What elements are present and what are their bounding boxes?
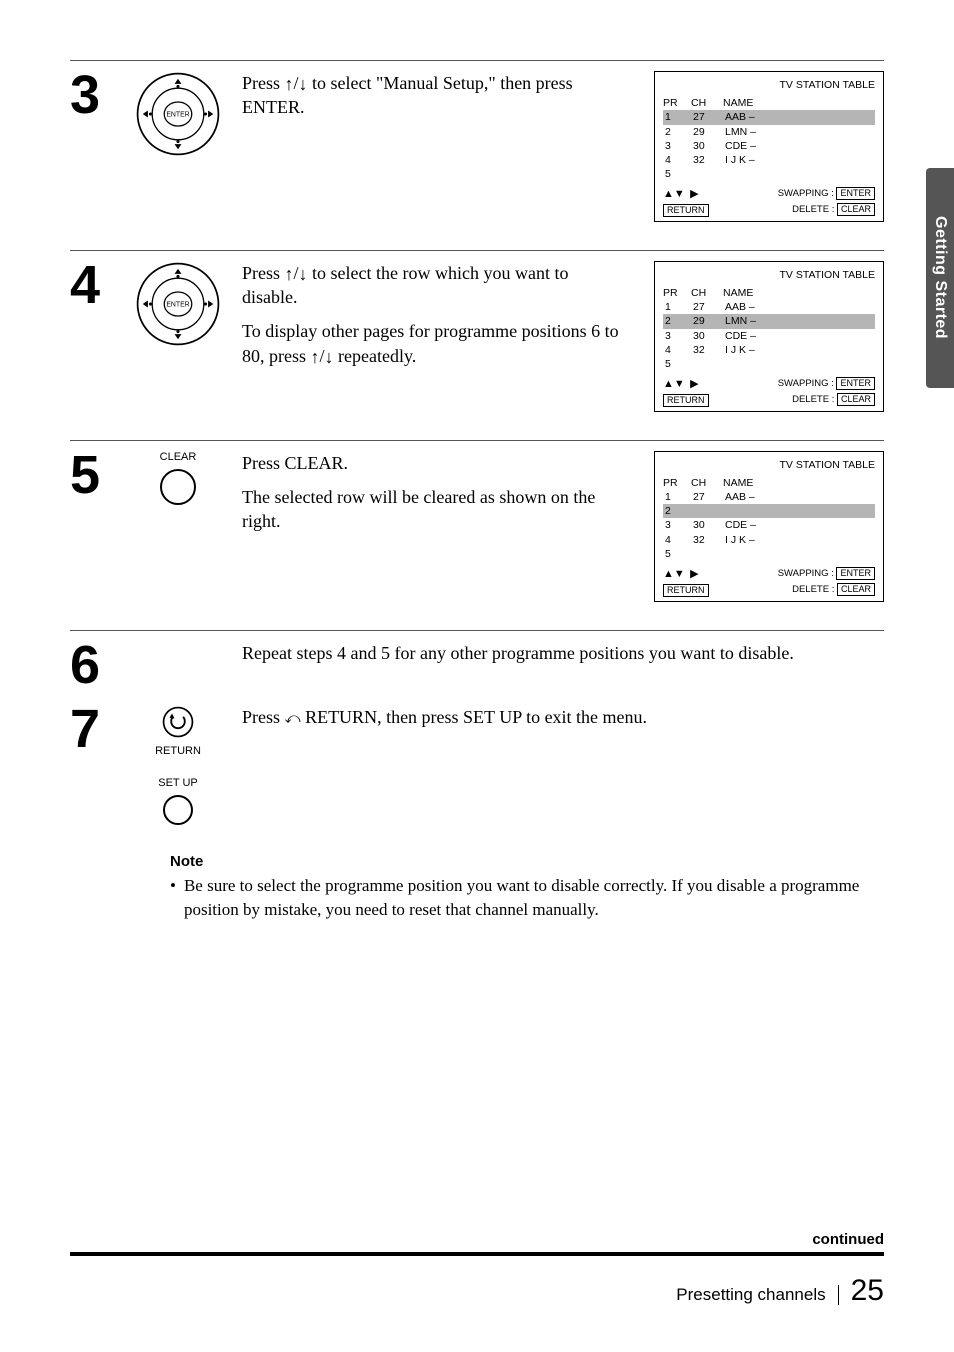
arrow-right-icon: ▶ xyxy=(690,188,698,200)
page-number: 25 xyxy=(851,1274,884,1308)
delete-label: DELETE : xyxy=(792,394,834,405)
delete-label: DELETE : xyxy=(792,584,834,595)
osd-screen-3: TV STATION TABLE PR CH NAME 127AAB – 229… xyxy=(654,71,884,222)
step-number: 6 xyxy=(70,641,114,690)
swapping-label: SWAPPING : xyxy=(778,188,834,199)
step-5: 5 CLEAR Press CLEAR. The selected row wi… xyxy=(70,440,884,602)
arrows-updown-icon: ▲▼ xyxy=(663,188,685,200)
step-6: 6 Repeat steps 4 and 5 for any other pro… xyxy=(70,630,884,690)
osd-title: TV STATION TABLE xyxy=(663,268,875,282)
col-name: NAME xyxy=(723,96,875,110)
enter-key-icon: ENTER xyxy=(836,187,875,200)
step-text: Press ⤺ RETURN, then press SET UP to exi… xyxy=(242,705,884,739)
step-text: Press CLEAR. The selected row will be cl… xyxy=(242,451,638,544)
col-pr: PR xyxy=(663,96,691,110)
instruction-text: Press ↑/↓ to select "Manual Setup," then… xyxy=(242,71,626,120)
dpad-icon: ENTER xyxy=(130,261,226,347)
instruction-text: Press ⤺ RETURN, then press SET UP to exi… xyxy=(242,705,884,729)
continued-label: continued xyxy=(70,1231,884,1256)
osd-table: PR CH NAME 127AAB – 2 330CDE – 432I J K … xyxy=(663,476,875,561)
step-number: 7 xyxy=(70,705,114,754)
svg-text:ENTER: ENTER xyxy=(166,112,189,119)
step-text: Press ↑/↓ to select "Manual Setup," then… xyxy=(242,71,638,130)
clear-label: CLEAR xyxy=(160,451,197,463)
col-name: NAME xyxy=(723,286,875,300)
section-tab: Getting Started xyxy=(926,168,954,388)
clear-button-icon: CLEAR xyxy=(130,451,226,505)
col-ch: CH xyxy=(691,286,723,300)
col-pr: PR xyxy=(663,476,691,490)
footer-section-label: Presetting channels xyxy=(676,1285,838,1305)
return-key-icon: RETURN xyxy=(663,584,709,597)
setup-label: SET UP xyxy=(158,777,198,789)
arrows-updown-icon: ▲▼ xyxy=(663,378,685,390)
instruction-text: To display other pages for programme pos… xyxy=(242,319,626,368)
svg-text:ENTER: ENTER xyxy=(166,301,189,308)
manual-page: Getting Started 3 ENTER Press ↑/↓ to sel… xyxy=(0,0,954,1352)
instruction-text: Press ↑/↓ to select the row which you wa… xyxy=(242,261,626,310)
osd-footer: ▲▼ ▶ RETURN SWAPPING : ENTER DELETE : CL… xyxy=(663,567,875,597)
return-label: RETURN xyxy=(155,745,201,757)
return-setup-icons: RETURN SET UP xyxy=(130,705,226,825)
clear-key-icon: CLEAR xyxy=(837,203,875,216)
step-number: 5 xyxy=(70,451,114,500)
step-text: Repeat steps 4 and 5 for any other progr… xyxy=(242,641,884,675)
note-title: Note xyxy=(170,853,884,870)
osd-title: TV STATION TABLE xyxy=(663,78,875,92)
clear-key-icon: CLEAR xyxy=(837,393,875,406)
note-text: Be sure to select the programme position… xyxy=(184,874,884,922)
osd-footer: ▲▼ ▶ RETURN SWAPPING : ENTER DELETE : CL… xyxy=(663,377,875,407)
col-ch: CH xyxy=(691,96,723,110)
instruction-text: Repeat steps 4 and 5 for any other progr… xyxy=(242,641,884,665)
return-key-icon: RETURN xyxy=(663,394,709,407)
dpad-icon: ENTER xyxy=(130,71,226,157)
step-text: Press ↑/↓ to select the row which you wa… xyxy=(242,261,638,378)
osd-title: TV STATION TABLE xyxy=(663,458,875,472)
step-number: 4 xyxy=(70,261,114,310)
step-4: 4 ENTER Press ↑/↓ to select the row whic… xyxy=(70,250,884,412)
osd-table: PR CH NAME 127AAB – 229LMN – 330CDE – 43… xyxy=(663,96,875,181)
col-ch: CH xyxy=(691,476,723,490)
round-button-icon xyxy=(160,469,196,505)
enter-key-icon: ENTER xyxy=(836,567,875,580)
clear-key-icon: CLEAR xyxy=(837,583,875,596)
instruction-text: The selected row will be cleared as show… xyxy=(242,485,626,534)
delete-label: DELETE : xyxy=(792,204,834,215)
step-3: 3 ENTER Press ↑/↓ to select "Manual Setu… xyxy=(70,60,884,222)
col-name: NAME xyxy=(723,476,875,490)
arrow-right-icon: ▶ xyxy=(690,378,698,390)
bullet-icon: • xyxy=(170,874,176,922)
step-number: 3 xyxy=(70,71,114,120)
swapping-label: SWAPPING : xyxy=(778,568,834,579)
osd-screen-5: TV STATION TABLE PR CH NAME 127AAB – 2 3… xyxy=(654,451,884,602)
arrows-updown-icon: ▲▼ xyxy=(663,568,685,580)
round-button-icon xyxy=(163,795,193,825)
return-key-icon: RETURN xyxy=(663,204,709,217)
instruction-text: Press CLEAR. xyxy=(242,451,626,475)
osd-footer: ▲▼ ▶ RETURN SWAPPING : ENTER DELETE : CL… xyxy=(663,187,875,217)
arrow-right-icon: ▶ xyxy=(690,568,698,580)
osd-screen-4: TV STATION TABLE PR CH NAME 127AAB – 229… xyxy=(654,261,884,412)
note-block: Note • Be sure to select the programme p… xyxy=(70,853,884,922)
note-bullet: • Be sure to select the programme positi… xyxy=(170,874,884,922)
enter-key-icon: ENTER xyxy=(836,377,875,390)
page-footer: continued Presetting channels 25 xyxy=(70,1231,884,1308)
col-pr: PR xyxy=(663,286,691,300)
swapping-label: SWAPPING : xyxy=(778,378,834,389)
step-7: 7 RETURN SET UP Press ⤺ RETURN, then pre… xyxy=(70,705,884,825)
return-button-icon xyxy=(161,705,195,739)
osd-table: PR CH NAME 127AAB – 229LMN – 330CDE – 43… xyxy=(663,286,875,371)
